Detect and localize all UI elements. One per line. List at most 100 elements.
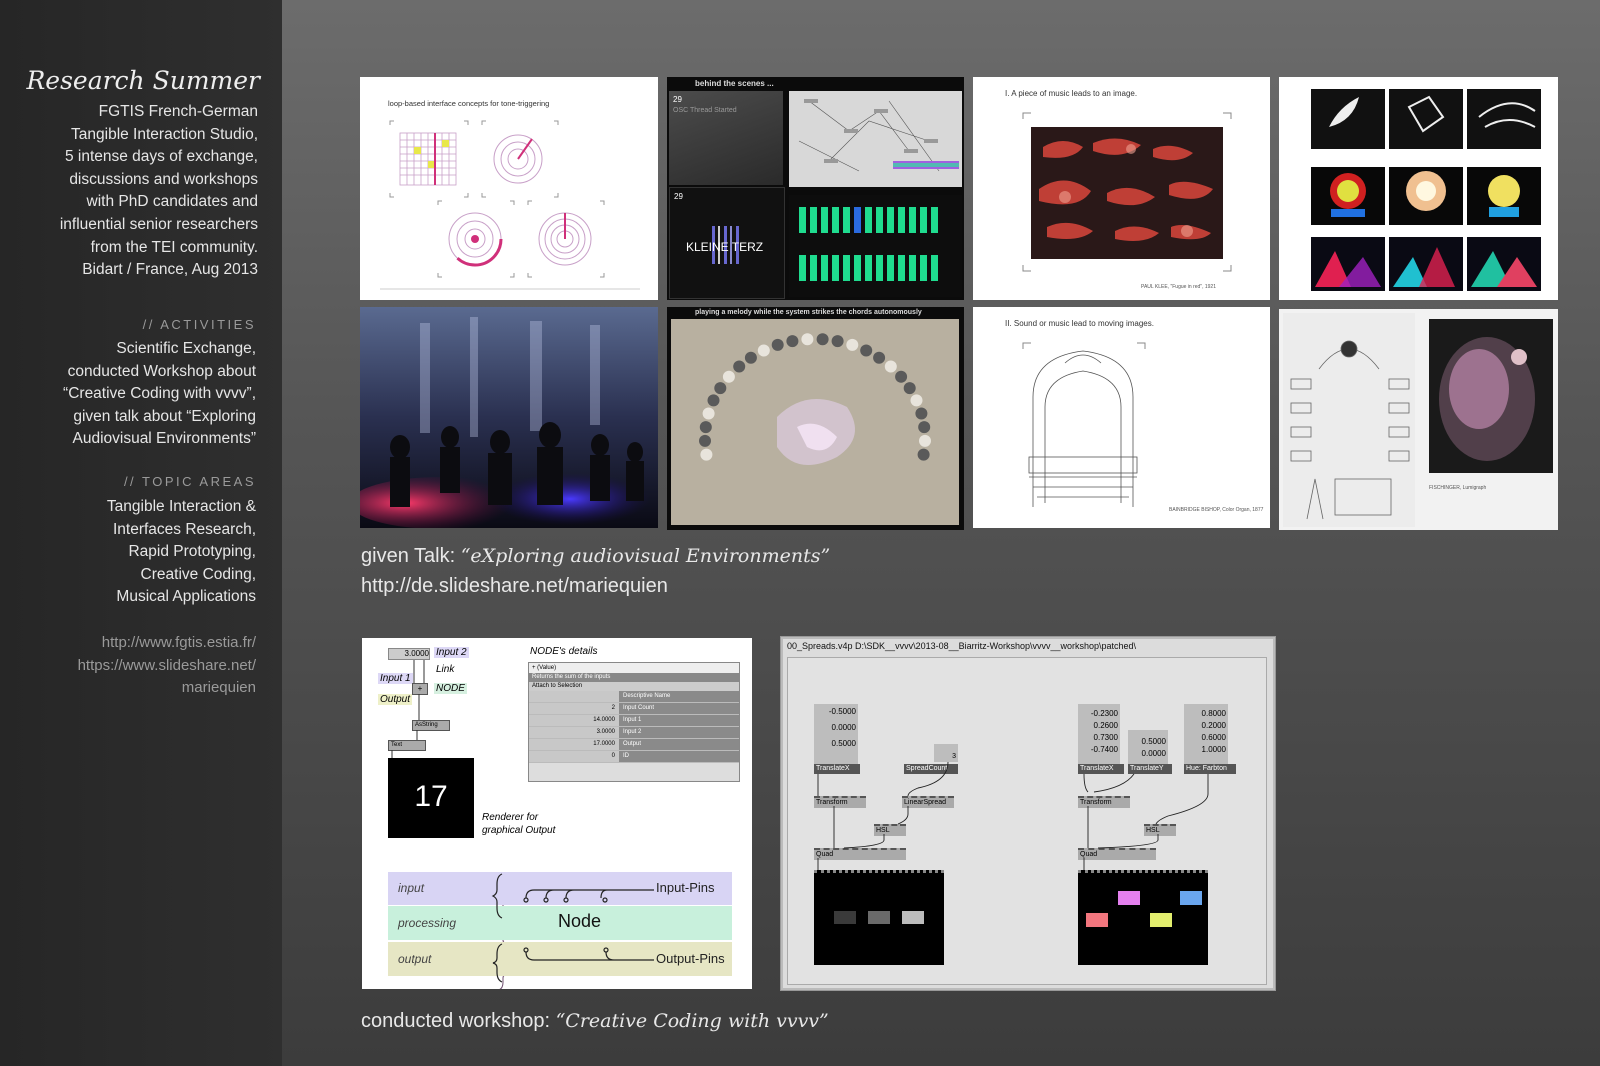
melody-dot bbox=[846, 338, 859, 351]
melody-dot bbox=[873, 351, 886, 364]
band-input-label: input bbox=[398, 881, 425, 895]
row-label: Input 2 bbox=[619, 727, 739, 738]
melody-dot bbox=[714, 382, 727, 395]
spread-value: 0.0000 bbox=[1141, 749, 1166, 758]
translatex-values-box[interactable]: -0.2300 0.2600 0.7300 -0.7400 bbox=[1078, 704, 1120, 764]
link-slideshare-user[interactable]: mariequien bbox=[78, 677, 256, 700]
melody-circle-visual bbox=[671, 319, 959, 525]
melody-dot bbox=[910, 394, 923, 407]
linearspread-node[interactable]: LinearSpread bbox=[902, 796, 954, 808]
melody-dot bbox=[884, 360, 897, 373]
workshop-title: “Creative Coding with vvvv” bbox=[555, 1010, 829, 1032]
node-center-label: Node bbox=[558, 911, 602, 931]
melody-dot bbox=[917, 448, 930, 461]
inspector-attach: Attach to Selection bbox=[529, 682, 739, 691]
melody-dot bbox=[699, 421, 712, 434]
activities-line: conducted Workshop about bbox=[67, 362, 256, 380]
row-value: 3.0000 bbox=[529, 727, 619, 738]
melody-dot bbox=[771, 338, 784, 351]
link-fgtis[interactable]: http://www.fgtis.estia.fr/ bbox=[78, 632, 256, 655]
slide-installation-photo[interactable] bbox=[360, 307, 658, 528]
melody-dot bbox=[903, 382, 916, 395]
workshop-prefix: conducted workshop: bbox=[361, 1010, 556, 1032]
pattern-window bbox=[789, 195, 962, 297]
overlay-text: KLEINE TERZ bbox=[686, 240, 764, 254]
spread-value: 0.8000 bbox=[1201, 709, 1226, 718]
row-value: 14.0000 bbox=[529, 715, 619, 726]
topics-line: Rapid Prototyping, bbox=[128, 543, 256, 561]
spreadcount-node[interactable]: SpreadCount bbox=[904, 764, 958, 774]
topics-line: Musical Applications bbox=[116, 588, 256, 606]
transform-node[interactable]: Transform bbox=[1078, 796, 1130, 808]
translatex-node[interactable]: TranslateX bbox=[1078, 764, 1124, 774]
spread-value: 1.0000 bbox=[1201, 745, 1226, 754]
inspector-row[interactable]: Descriptive Name bbox=[529, 691, 739, 703]
renderer-label: Renderer for bbox=[482, 812, 539, 823]
inspector-row[interactable]: 14.0000 Input 1 bbox=[529, 715, 739, 727]
melody-dot bbox=[895, 370, 908, 383]
spread-value: 0.7300 bbox=[1093, 733, 1118, 742]
inspector-row[interactable]: 17.0000 Output bbox=[529, 739, 739, 751]
transform-node[interactable]: Transform bbox=[814, 796, 866, 808]
slide-behind-scenes[interactable]: behind the scenes ... 29 OSC Thread Star… bbox=[667, 77, 964, 300]
spread-value: -0.5000 bbox=[828, 707, 856, 716]
slide-fischinger[interactable] bbox=[1279, 77, 1558, 300]
renderer-right bbox=[1078, 870, 1208, 965]
patch-canvas[interactable]: -0.5000 0.0000 0.5000 TranslateX 3 Sprea… bbox=[787, 657, 1267, 985]
renderer-window: 17 bbox=[388, 758, 474, 838]
band-input: input Input-Pins bbox=[388, 872, 732, 905]
row-label: Output bbox=[619, 739, 739, 750]
translatey-node[interactable]: TranslateY bbox=[1128, 764, 1172, 774]
slide-lumigraph[interactable]: FISCHINGER, Lumigraph bbox=[1279, 309, 1558, 530]
slide-loop-interfaces[interactable]: loop-based interface concepts for tone-t… bbox=[360, 77, 658, 300]
spreadcount-value[interactable]: 3 bbox=[934, 744, 958, 762]
band-processing-label: processing bbox=[398, 916, 457, 930]
melody-dot bbox=[744, 351, 757, 364]
spread-value: -0.2300 bbox=[1090, 709, 1118, 718]
intro-line: discussions and workshops bbox=[69, 170, 258, 188]
output-pins-label: Output-Pins bbox=[656, 951, 725, 966]
melody-dot bbox=[918, 421, 931, 434]
credit: PAUL KLEE, "Fugue in red", 1921 bbox=[1141, 284, 1216, 290]
intro-line: from the TEI community. bbox=[90, 238, 258, 256]
row-label: Input Count bbox=[619, 703, 739, 714]
inspector-row[interactable]: 0 ID bbox=[529, 751, 739, 763]
hsl-node[interactable]: HSL bbox=[1144, 824, 1176, 836]
slide-music-to-image[interactable]: I. A piece of music leads to an image. P… bbox=[973, 77, 1270, 300]
spread-values-box[interactable]: -0.5000 0.0000 0.5000 bbox=[814, 704, 858, 764]
translatex-node[interactable]: TranslateX bbox=[814, 764, 860, 774]
slide-sound-to-moving-images[interactable]: II. Sound or music lead to moving images… bbox=[973, 307, 1270, 528]
inspector-panel: + (Value) Returns the sum of the inputs … bbox=[528, 662, 740, 782]
inspector-row[interactable]: 2 Input Count bbox=[529, 703, 739, 715]
inspector-row[interactable]: 3.0000 Input 2 bbox=[529, 727, 739, 739]
spread-value: 0.6000 bbox=[1201, 733, 1226, 742]
inspector-rows: Descriptive Name 2 Input Count 14.0000 Inp… bbox=[529, 691, 739, 763]
talk-url[interactable]: http://de.slideshare.net/mariequien bbox=[361, 575, 668, 598]
intro-line: influential senior researchers bbox=[59, 215, 258, 233]
quad-blue bbox=[1180, 891, 1202, 905]
hue-node[interactable]: Hue: Farbton bbox=[1184, 764, 1236, 774]
topics-line: Interfaces Research, bbox=[112, 520, 256, 538]
quad-node[interactable]: Quad bbox=[1078, 848, 1156, 860]
hue-values-box[interactable]: 0.8000 0.2000 0.6000 1.0000 bbox=[1184, 704, 1228, 764]
status-text: OSC Thread Started bbox=[673, 107, 737, 114]
patch-screenshot bbox=[789, 91, 962, 187]
spread-value: 0.2000 bbox=[1201, 721, 1226, 730]
inspector-desc: Returns the sum of the inputs bbox=[529, 673, 739, 682]
band-output-label: output bbox=[398, 952, 432, 966]
vvvv-patch-window[interactable]: 00_Spreads.v4p D:\SDK__vvvv\2013-08__Bia… bbox=[780, 636, 1276, 991]
slide-title: loop-based interface concepts for tone-t… bbox=[388, 99, 550, 108]
quad-node[interactable]: Quad bbox=[814, 848, 906, 860]
slide-melody-system[interactable]: playing a melody while the system strike… bbox=[667, 307, 964, 530]
hsl-node[interactable]: HSL bbox=[874, 824, 906, 836]
quad-dark bbox=[834, 911, 856, 924]
melody-dot bbox=[699, 434, 711, 447]
melody-dot bbox=[733, 360, 746, 373]
intro-line: Bidart / France, Aug 2013 bbox=[82, 261, 258, 279]
topics-line: Creative Coding, bbox=[140, 565, 256, 583]
node-diagram[interactable]: 3.0000 Input 2 Link Input 1 + NODE Outpu… bbox=[362, 638, 752, 989]
translatey-values-box[interactable]: 0.5000 0.0000 bbox=[1128, 730, 1168, 764]
link-slideshare[interactable]: https://www.slideshare.net/ bbox=[78, 655, 256, 678]
spread-value: -0.7400 bbox=[1090, 745, 1118, 754]
crowd-photo bbox=[360, 307, 658, 528]
